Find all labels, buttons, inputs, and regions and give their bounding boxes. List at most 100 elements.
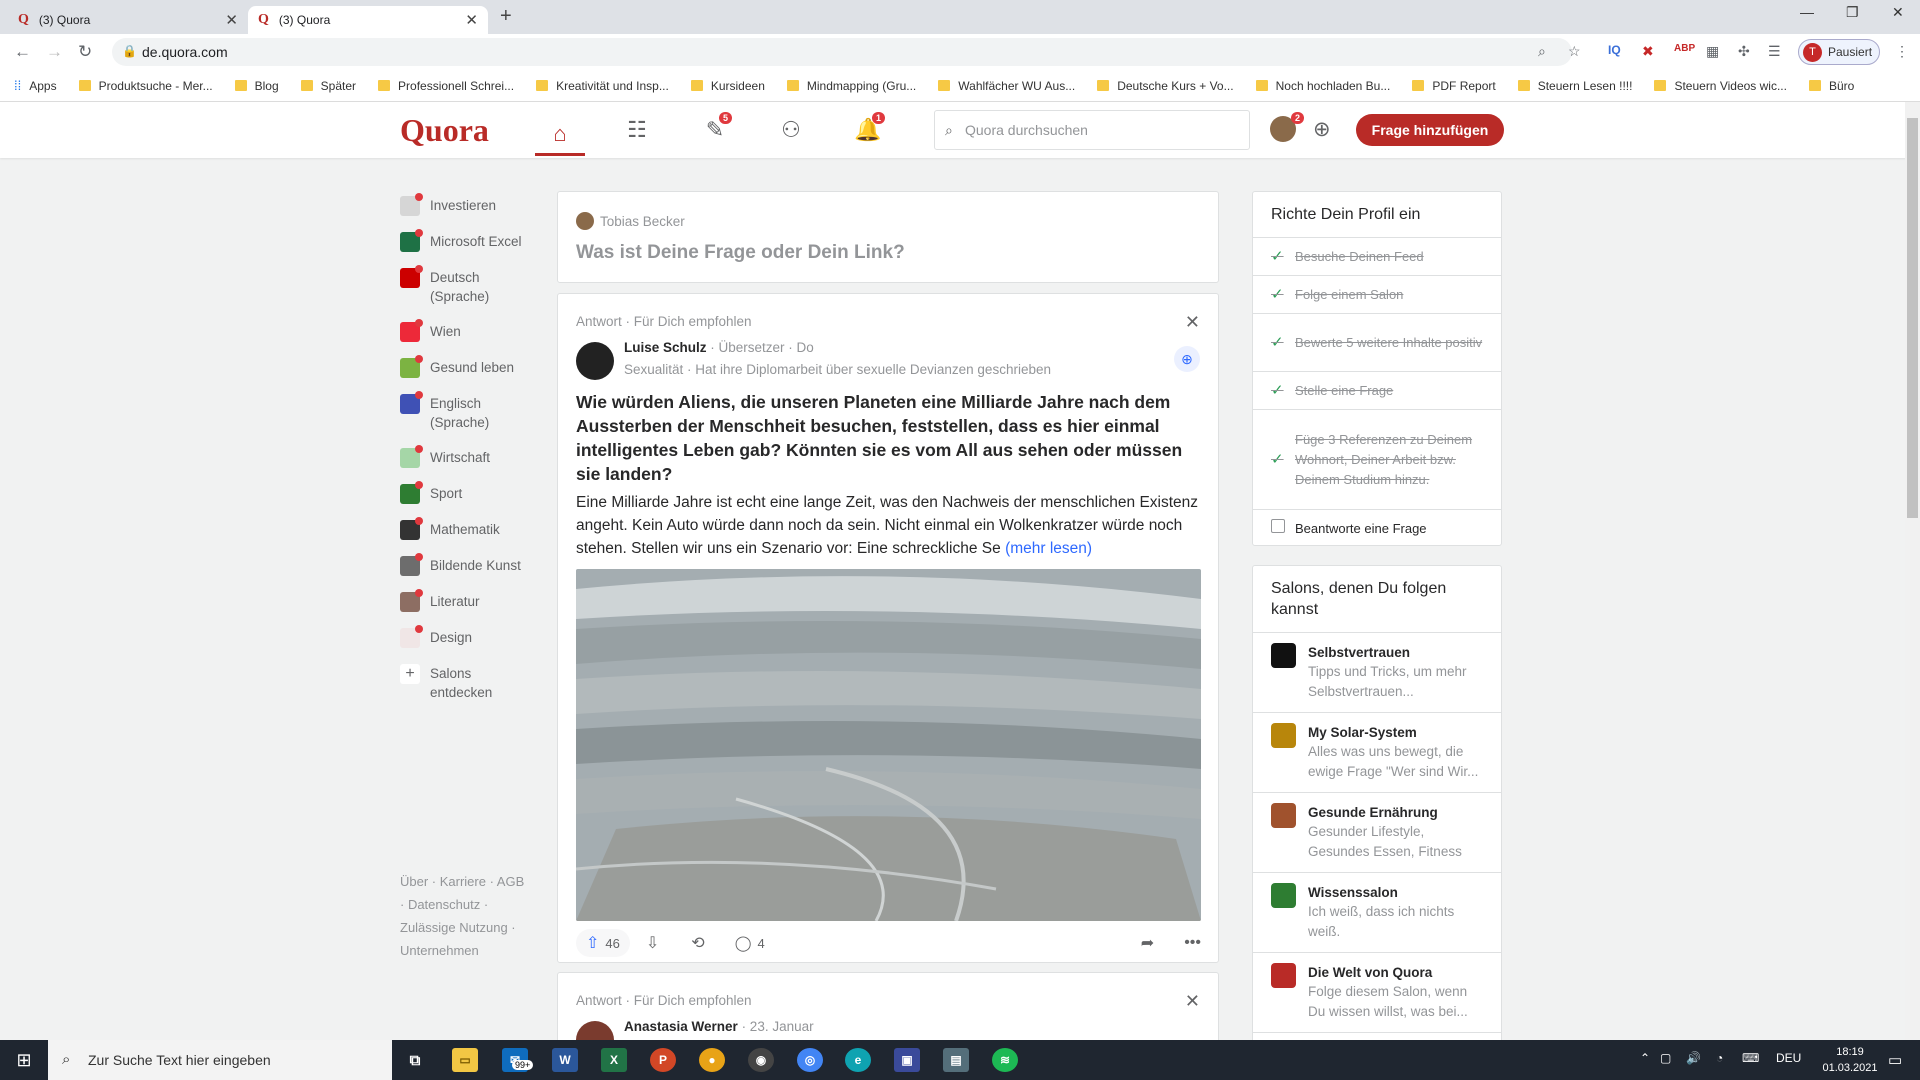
bookmark-item[interactable]: Deutsche Kurs + Vo... — [1097, 79, 1234, 93]
follow-author-icon[interactable]: ⊕ — [1174, 346, 1200, 372]
share-icon[interactable]: ➦ — [1141, 933, 1154, 953]
sidebar-topic-item[interactable]: Englisch (Sprache) — [400, 388, 530, 438]
upvote-button[interactable]: ⇧ 46 — [576, 929, 630, 957]
browser-tab-1[interactable]: Q (3) Quora ✕ — [8, 6, 248, 34]
profile-task[interactable]: ✓ Stelle eine Frage — [1253, 372, 1501, 410]
bookmark-item[interactable]: Professionell Schrei... — [378, 79, 514, 93]
search-input[interactable]: ⌕ Quora durchsuchen — [934, 110, 1250, 150]
answer-image[interactable] — [576, 569, 1201, 921]
profile-button[interactable]: T Pausiert — [1798, 39, 1880, 65]
bookmark-item[interactable]: Später — [300, 79, 356, 93]
globe-icon[interactable]: ⊕ — [1313, 117, 1331, 142]
profile-task[interactable]: ✓ Besuche Deinen Feed — [1253, 238, 1501, 276]
language-indicator[interactable]: DEU — [1776, 1051, 1801, 1065]
task-view-icon[interactable]: ⧉ — [402, 1048, 428, 1072]
salon-item[interactable]: Die Welt von Quora Folge diesem Salon, we… — [1253, 953, 1501, 1033]
nav-home[interactable]: ⌂ — [535, 114, 585, 156]
ask-question-card[interactable]: Tobias Becker Was ist Deine Frage oder D… — [557, 191, 1219, 283]
sidebar-topic-item[interactable]: Gesund leben — [400, 352, 530, 384]
profile-task[interactable]: Beantworte eine Frage — [1253, 510, 1501, 548]
bookmark-item[interactable]: Noch hochladen Bu... — [1255, 79, 1390, 93]
close-tab-icon[interactable]: ✕ — [225, 11, 238, 29]
quora-logo[interactable]: Quora — [400, 112, 489, 149]
file-explorer-icon[interactable]: ▭ — [452, 1048, 478, 1072]
tray-app-icon[interactable]: ▢ — [1660, 1051, 1671, 1065]
bookmark-apps[interactable]: ⁞⁞ Apps — [14, 78, 57, 93]
minimize-icon[interactable]: — — [1800, 4, 1814, 20]
sidebar-topic-item[interactable]: Deutsch (Sprache) — [400, 262, 530, 312]
user-avatar[interactable]: 2 — [1270, 112, 1304, 142]
firefox-icon[interactable]: ● — [699, 1048, 725, 1072]
browser-tab-2[interactable]: Q (3) Quora ✕ — [248, 6, 488, 34]
chrome-icon[interactable]: ◎ — [797, 1048, 823, 1072]
notifications-icon[interactable]: ▭ — [1888, 1051, 1902, 1069]
notepad-icon[interactable]: ▤ — [943, 1048, 969, 1072]
dismiss-icon[interactable]: ✕ — [1185, 991, 1200, 1012]
excel-icon[interactable]: X — [601, 1048, 627, 1072]
more-options-icon[interactable]: ••• — [1184, 934, 1201, 952]
sidebar-topic-item[interactable]: Bildende Kunst — [400, 550, 530, 582]
puzzle-extensions-icon[interactable]: ✣ — [1738, 43, 1750, 60]
close-tab-icon[interactable]: ✕ — [465, 11, 478, 29]
sidebar-topic-item[interactable]: Design — [400, 622, 530, 654]
profile-task[interactable]: ✓ Folge einem Salon — [1253, 276, 1501, 314]
scrollbar-thumb[interactable] — [1907, 118, 1918, 518]
taskbar-search-input[interactable]: ⌕ Zur Suche Text hier eingeben — [48, 1040, 392, 1080]
footer-links[interactable]: Über · Karriere · AGB · Datenschutz · Zu… — [400, 870, 530, 962]
bookmark-item[interactable]: Steuern Videos wic... — [1654, 79, 1787, 93]
zoom-icon[interactable]: ⌕ — [1538, 43, 1546, 60]
new-tab-icon[interactable]: + — [500, 5, 512, 28]
salon-item[interactable]: Wissenssalon Ich weiß, dass ich nichts we… — [1253, 873, 1501, 953]
sidebar-topic-item[interactable]: Microsoft Excel — [400, 226, 530, 258]
share-reshare-icon[interactable]: ⟲ — [691, 933, 704, 953]
extension-red-icon[interactable]: ✖ — [1642, 43, 1654, 60]
downvote-icon[interactable]: ⇩ — [646, 933, 659, 953]
salon-item[interactable]: Selbstvertrauen Tipps und Tricks, um mehr… — [1253, 633, 1501, 713]
edge-icon[interactable]: e — [845, 1048, 871, 1072]
bookmark-item[interactable]: Blog — [234, 79, 279, 93]
question-title[interactable]: Wie würden Aliens, die unseren Planeten … — [576, 390, 1201, 486]
keyboard-icon[interactable]: ⌨ — [1742, 1051, 1759, 1065]
sidebar-topic-item[interactable]: Wirtschaft — [400, 442, 530, 474]
profile-task[interactable]: ✓ Bewerte 5 weitere Inhalte positiv — [1253, 314, 1501, 372]
bookmark-item[interactable]: Wahlfächer WU Aus... — [938, 79, 1075, 93]
salon-item[interactable]: Gesunde Ernährung Gesunder Lifestyle, Ges… — [1253, 793, 1501, 873]
volume-icon[interactable]: 🔊 — [1686, 1051, 1701, 1065]
reload-icon[interactable]: ↻ — [78, 42, 92, 62]
sidebar-topic-item[interactable]: Sport — [400, 478, 530, 510]
salon-item[interactable]: My Solar-System Alles was uns bewegt, die… — [1253, 713, 1501, 793]
profile-task[interactable]: ✓ Füge 3 Referenzen zu Deinem Wohnort, De… — [1253, 410, 1501, 510]
forward-icon[interactable]: → — [46, 42, 63, 62]
address-bar[interactable]: 🔒 de.quora.com — [112, 38, 1572, 66]
restore-icon[interactable]: ❐ — [1846, 4, 1859, 21]
bookmark-item[interactable]: PDF Report — [1412, 79, 1496, 93]
extension-grid-icon[interactable]: ▦ — [1706, 43, 1719, 60]
author-avatar[interactable] — [576, 342, 614, 380]
reading-list-icon[interactable]: ☰ — [1768, 43, 1781, 60]
tray-chevron-icon[interactable]: ⌃ — [1640, 1051, 1650, 1065]
author-name[interactable]: Luise Schulz — [624, 340, 707, 355]
word-icon[interactable]: W — [552, 1048, 578, 1072]
bookmark-item[interactable]: Kursideen — [690, 79, 765, 93]
powerpoint-icon[interactable]: P — [650, 1048, 676, 1072]
network-icon[interactable]: ◔ — [1716, 1051, 1723, 1065]
nav-spaces[interactable]: ⚇ — [766, 114, 816, 146]
nav-following[interactable]: ☷ — [612, 114, 662, 146]
bookmark-item[interactable]: Büro — [1808, 79, 1854, 93]
dismiss-icon[interactable]: ✕ — [1185, 312, 1200, 333]
sidebar-topic-item[interactable]: Investieren — [400, 190, 530, 222]
start-button[interactable]: ⊞ — [0, 1040, 48, 1080]
spotify-icon[interactable]: ≋ — [992, 1048, 1018, 1072]
nav-answer[interactable]: ✎ 5 — [690, 112, 740, 146]
close-window-icon[interactable]: ✕ — [1892, 4, 1904, 21]
bookmark-star-icon[interactable]: ☆ — [1568, 43, 1581, 60]
iq-extension-icon[interactable]: IQ — [1608, 43, 1621, 57]
sidebar-topic-item[interactable]: Mathematik — [400, 514, 530, 546]
sidebar-topic-item[interactable]: + Salons entdecken — [400, 658, 530, 708]
bookmark-item[interactable]: Mindmapping (Gru... — [786, 79, 916, 93]
back-icon[interactable]: ← — [14, 42, 31, 62]
read-more-link[interactable]: (mehr lesen) — [1005, 540, 1092, 557]
bookmark-item[interactable]: Kreativität und Insp... — [536, 79, 669, 93]
obs-icon[interactable]: ◉ — [748, 1048, 774, 1072]
sidebar-topic-item[interactable]: Literatur — [400, 586, 530, 618]
